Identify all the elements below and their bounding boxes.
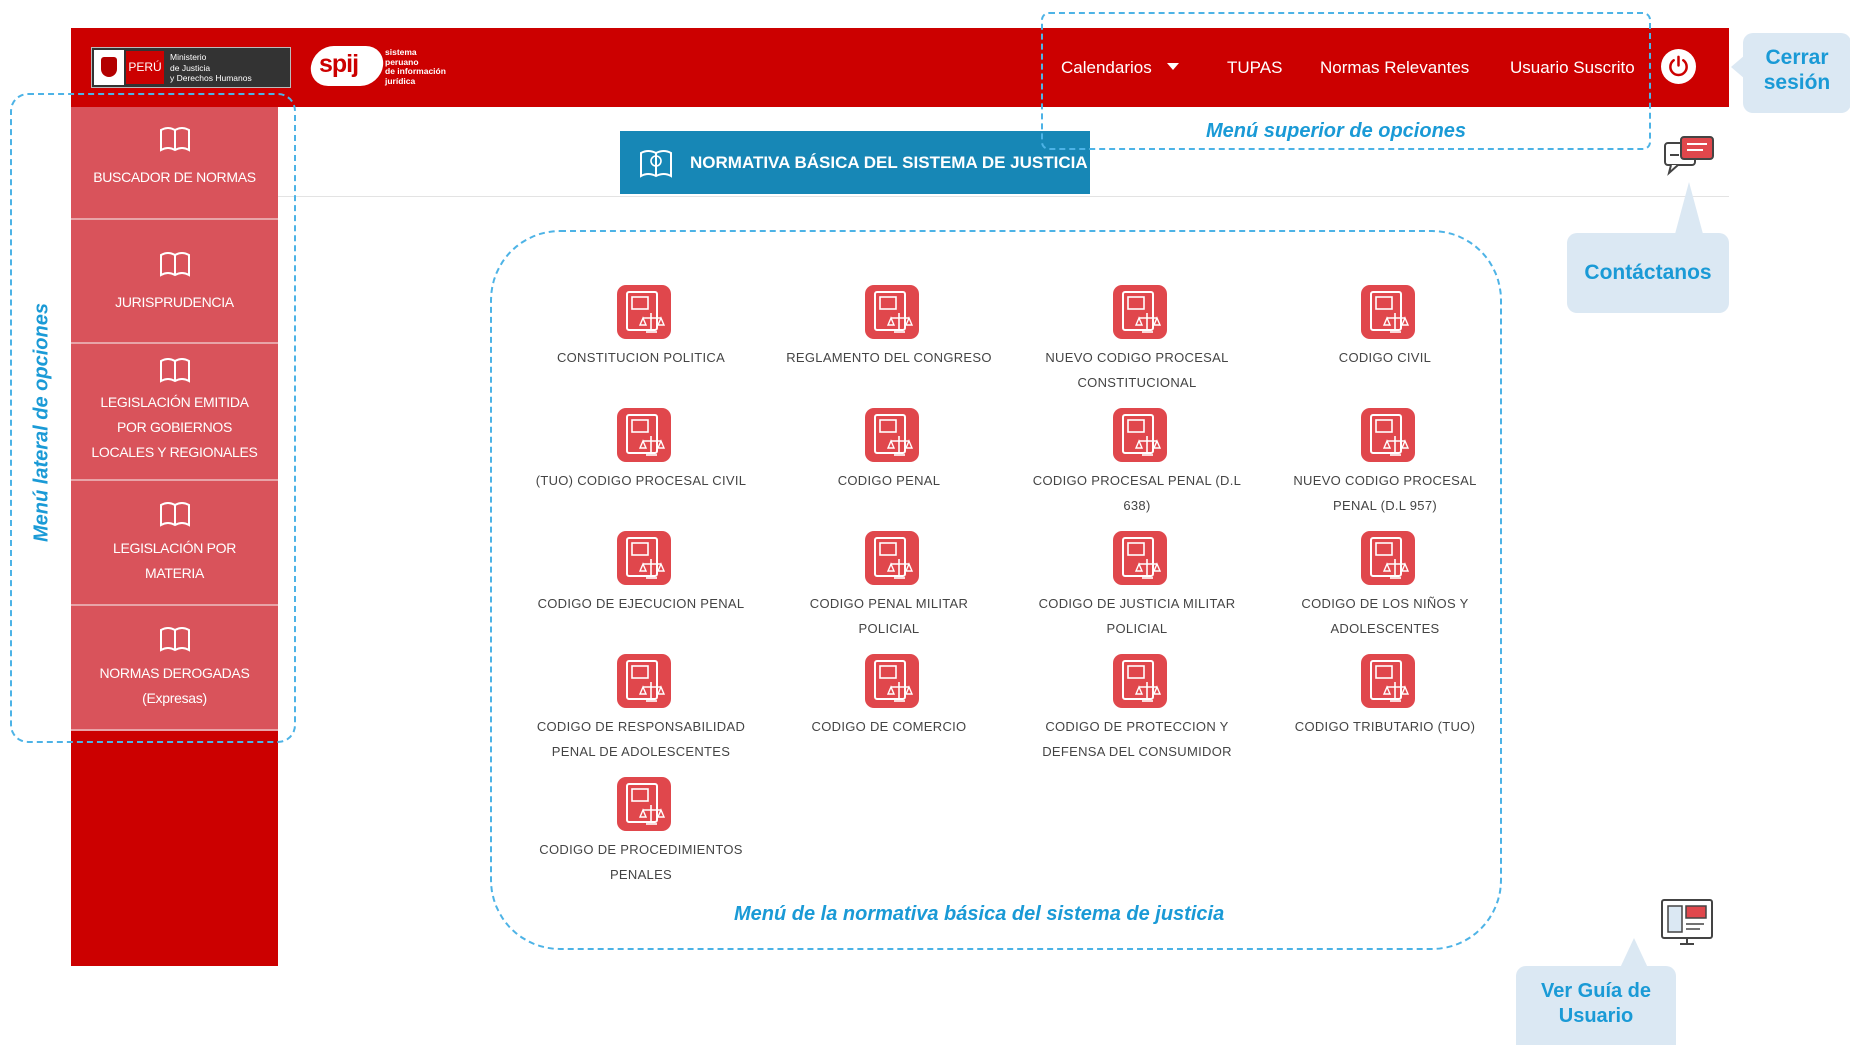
coat-of-arms-icon xyxy=(94,50,124,85)
page-title-button[interactable]: NORMATIVA BÁSICA DEL SISTEMA DE JUSTICIA xyxy=(620,131,1090,194)
book-icon xyxy=(640,150,672,178)
user-guide-icon[interactable] xyxy=(1660,898,1714,955)
ministry-logo[interactable]: PERÚ Ministerio de Justicia y Derechos H… xyxy=(91,47,291,88)
chat-icon[interactable] xyxy=(1663,135,1717,184)
main-menu-annotation: Menú de la normativa básica del sistema … xyxy=(734,903,1225,925)
power-icon[interactable] xyxy=(1661,49,1696,84)
top-menu-annotation: Menú superior de opciones xyxy=(1206,120,1467,142)
peru-label: PERÚ xyxy=(126,51,164,84)
logout-callout: Cerrar sesión xyxy=(1743,33,1850,113)
spij-tagline: sistema peruano de información jurídica xyxy=(385,47,446,86)
spij-brand: spij xyxy=(319,50,359,78)
main-menu-highlight xyxy=(490,230,1502,950)
ministry-name: Ministerio de Justicia y Derechos Humano… xyxy=(170,52,252,83)
guide-callout-pointer xyxy=(1620,938,1648,968)
logout-callout-pointer xyxy=(1731,55,1745,79)
page-title: NORMATIVA BÁSICA DEL SISTEMA DE JUSTICIA xyxy=(690,153,1088,172)
guide-callout: Ver Guía de Usuario xyxy=(1516,966,1676,1045)
spij-logo[interactable]: spij sistema peruano de información jurí… xyxy=(308,44,461,90)
contact-callout-pointer xyxy=(1675,182,1703,234)
side-menu-annotation: Menú lateral de opciones xyxy=(30,303,53,542)
contact-callout: Contáctanos xyxy=(1567,233,1729,313)
